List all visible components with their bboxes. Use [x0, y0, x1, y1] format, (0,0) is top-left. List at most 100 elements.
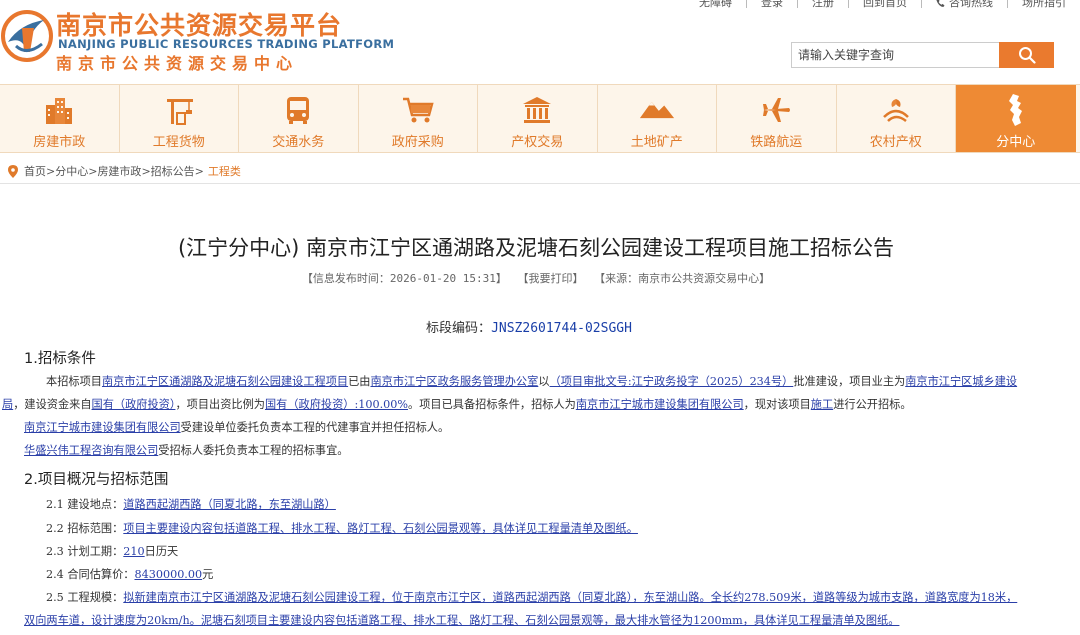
- text: 进行公开招标。: [833, 398, 912, 411]
- text: ，项目出资比例为: [175, 398, 265, 411]
- nav-label: 铁路航运: [750, 135, 803, 150]
- nav-label: 交通水务: [272, 135, 325, 150]
- divider: [0, 183, 1080, 184]
- location-pin-icon: [8, 164, 18, 178]
- text: ，建设资金来自: [13, 398, 92, 411]
- text: 受建设单位委托负责本工程的代建事宜并担任招标人。: [180, 421, 450, 434]
- register-link[interactable]: 注册: [798, 0, 848, 8]
- overview-row-contract-price: 2.4 合同估算价：8430000.00元: [46, 567, 213, 583]
- brand-english-name: NANJING PUBLIC RESOURCES TRADING PLATFOR…: [58, 37, 395, 51]
- top-utility-bar: 无障碍 登录 注册 回到首页 咨询热线 场所指引: [685, 0, 1080, 12]
- approval-number: （项目审批文号:江宁政务投字（2025）234号）: [549, 375, 794, 388]
- breadcrumb: 首页 > 分中心 > 房建市政 > 招标公告 > 工程类: [8, 163, 241, 179]
- breadcrumb-current: 工程类: [207, 165, 241, 178]
- nav-label: 分中心: [996, 135, 1036, 150]
- map-icon: [1008, 94, 1022, 126]
- brand-center-name: 南京市公共资源交易中心: [56, 54, 299, 73]
- nav-item-sub-center[interactable]: 分中心: [956, 85, 1076, 152]
- nav-item-engineering-goods[interactable]: 工程货物: [120, 85, 239, 152]
- nav-label: 产权交易: [511, 135, 564, 150]
- row-label: 2.1 建设地点：: [46, 498, 124, 511]
- section-code-value: JNSZ2601744-02SGGH: [491, 321, 632, 336]
- breadcrumb-housing[interactable]: 房建市政: [97, 163, 141, 179]
- row-value: 道路西起湖西路（同夏北路，东至湖山路）: [123, 498, 336, 511]
- nav-label: 房建市政: [33, 135, 86, 150]
- home-link[interactable]: 回到首页: [849, 0, 921, 8]
- section-heading-project-overview: 2.项目概况与招标范围: [24, 472, 169, 488]
- bank-icon: [523, 97, 552, 123]
- nav-label: 政府采购: [391, 135, 444, 150]
- search-box: [791, 42, 1054, 68]
- fund-source: 国有（政府投资）: [91, 398, 176, 411]
- text: 。项目已具备招标条件，招标人为: [408, 398, 576, 411]
- scope-word: 施工: [810, 398, 834, 411]
- overview-row-location: 2.1 建设地点：道路西起湖西路（同夏北路，东至湖山路）: [46, 497, 336, 513]
- row-value: 项目主要建设内容包括道路工程、排水工程、路灯工程、石刻公园景观等，具体详见工程量…: [123, 522, 638, 535]
- venue-guide-link[interactable]: 场所指引: [1008, 0, 1080, 8]
- owner-name-end: 局: [2, 398, 14, 411]
- nav-label: 工程货物: [152, 135, 205, 150]
- overview-row-scale: 2.5 工程规模：拟新建南京市江宁区通湖路及泥塘石刻公园建设工程，位于南京市江宁…: [46, 590, 1017, 606]
- row-value: 210: [123, 545, 145, 558]
- fund-ratio: 国有（政府投资）:100.00%: [264, 398, 408, 411]
- nav-label: 农村产权: [869, 135, 922, 150]
- text: 以: [538, 375, 550, 388]
- farm-icon: [882, 99, 909, 123]
- breadcrumb-bid-notice[interactable]: 招标公告: [151, 163, 195, 179]
- text: ，现对该项目: [743, 398, 811, 411]
- agent-builder-name: 南京江宁城市建设集团有限公司: [24, 421, 181, 434]
- text: 已由: [348, 375, 371, 388]
- text: 本招标项目: [46, 375, 102, 388]
- nav-item-land-minerals[interactable]: 土地矿产: [598, 85, 717, 152]
- phone-icon: [936, 0, 945, 7]
- search-icon: [1018, 47, 1036, 64]
- overview-row-scope: 2.2 招标范围：项目主要建设内容包括道路工程、排水工程、路灯工程、石刻公园景观…: [46, 521, 638, 537]
- mountain-icon: [639, 101, 674, 119]
- print-link[interactable]: 【我要打印】: [517, 272, 583, 285]
- breadcrumb-home[interactable]: 首页: [24, 163, 46, 179]
- project-name-link: 南京市江宁区通湖路及泥塘石刻公园建设工程项目: [101, 375, 349, 388]
- nav-item-rail-shipping[interactable]: 铁路航运: [717, 85, 837, 152]
- source-label: 【来源：南京市公共资源交易中心】: [594, 272, 771, 285]
- nav-item-gov-procurement[interactable]: 政府采购: [359, 85, 478, 152]
- bus-icon: [287, 97, 310, 124]
- tender-agent-name: 华盛兴伟工程咨询有限公司: [24, 444, 159, 457]
- text: 批准建设，项目业主为: [793, 375, 906, 388]
- login-link[interactable]: 登录: [747, 0, 797, 8]
- row-label: 2.3 计划工期：: [46, 545, 124, 558]
- nav-item-housing[interactable]: 房建市政: [0, 85, 120, 152]
- row-value: 双向两车道，设计速度为20km/h。泥塘石刻项目主要建设内容包括道路工程、排水工…: [24, 614, 900, 627]
- hotline-label: 咨询热线: [949, 0, 993, 9]
- owner-name: 南京市江宁区城乡建设: [905, 375, 1018, 388]
- platform-logo-icon[interactable]: [0, 6, 54, 68]
- cart-icon: [402, 97, 434, 123]
- nav-item-rural-property[interactable]: 农村产权: [837, 85, 956, 152]
- hotline-link[interactable]: 咨询热线: [922, 0, 1007, 8]
- site-header: 南京市公共资源交易平台 NANJING PUBLIC RESOURCES TRA…: [0, 0, 1080, 84]
- breadcrumb-separator: >: [46, 164, 56, 178]
- section-code: 标段编码：JNSZ2601744-02SGGH: [0, 317, 1058, 336]
- search-button[interactable]: [999, 42, 1054, 68]
- buildings-icon: [46, 98, 73, 124]
- publish-time: 【信息发布时间：2026-01-20 15:31】: [301, 272, 507, 285]
- row-label: 2.4 合同估算价：: [46, 568, 135, 581]
- breadcrumb-sub-center[interactable]: 分中心: [55, 163, 88, 179]
- accessibility-link[interactable]: 无障碍: [685, 0, 746, 8]
- nav-item-property-trading[interactable]: 产权交易: [478, 85, 598, 152]
- page-title: (江宁分中心) 南京市江宁区通湖路及泥塘石刻公园建设工程项目施工招标公告: [177, 236, 895, 260]
- nav-label: 土地矿产: [630, 135, 683, 150]
- text: 受招标人委托负责本工程的招标事宜。: [158, 444, 349, 457]
- bid-conditions-paragraph: 本招标项目南京市江宁区通湖路及泥塘石刻公园建设工程项目已由南京市江宁区政务服务管…: [2, 370, 1034, 462]
- row-value: 拟新建南京市江宁区通湖路及泥塘石刻公园建设工程，位于南京市江宁区，道路西起湖西路…: [123, 591, 1018, 604]
- section-heading-bid-conditions: 1.招标条件: [24, 351, 96, 367]
- row-label: 2.2 招标范围：: [46, 522, 124, 535]
- breadcrumb-separator: >: [141, 164, 151, 178]
- article-meta: 【信息发布时间：2026-01-20 15:31】 【我要打印】 【来源：南京市…: [0, 270, 1072, 286]
- breadcrumb-separator: >: [88, 164, 98, 178]
- overview-row-duration: 2.3 计划工期：210日历天: [46, 544, 178, 560]
- tenderer-name: 南京市江宁城市建设集团有限公司: [575, 398, 744, 411]
- crane-icon: [166, 99, 193, 125]
- breadcrumb-separator: >: [194, 164, 204, 178]
- nav-item-transport-water[interactable]: 交通水务: [239, 85, 359, 152]
- search-input[interactable]: [791, 42, 999, 68]
